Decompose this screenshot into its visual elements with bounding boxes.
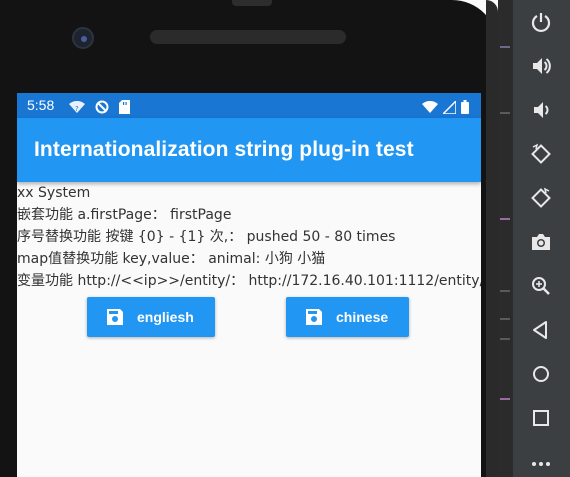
signal-icon [441, 99, 457, 118]
nested-function-text: 嵌套功能 a.firstPage： firstPage [17, 207, 232, 223]
variable-function-text: 变量功能 http://<<ip>>/entity/： http://172.1… [17, 273, 481, 289]
volume-up-button[interactable] [527, 52, 555, 80]
rotate-right-icon [531, 187, 551, 208]
overview-button[interactable] [527, 404, 555, 432]
phone-edge [486, 0, 498, 477]
battery-icon [461, 99, 469, 118]
rotate-left-button[interactable] [527, 140, 555, 168]
more-button[interactable] [527, 448, 555, 476]
back-button[interactable] [527, 316, 555, 344]
rotate-right-button[interactable] [527, 184, 555, 212]
phone-top-button [232, 0, 272, 6]
index-replace-text: 序号替换功能 按键 {0} - {1} 次,： pushed 50 - 80 t… [17, 229, 396, 245]
save-icon [306, 309, 322, 325]
back-icon [533, 321, 547, 339]
zoom-icon [532, 277, 550, 295]
zoom-button[interactable] [527, 272, 555, 300]
power-icon [531, 13, 551, 33]
overview-icon [533, 410, 549, 426]
more-icon [532, 462, 550, 466]
volume-down-icon [534, 102, 549, 118]
emulator-toolbar [513, 0, 570, 477]
wifi-question-icon: ? [69, 99, 85, 118]
app-title: Internationalization string plug-in test [34, 138, 414, 161]
wifi-icon [422, 99, 438, 118]
english-button[interactable]: engliesh [87, 297, 215, 337]
device-screen: 5:58 ? Internationalization string plug-… [17, 93, 481, 477]
save-icon [107, 309, 123, 325]
app-bar: Internationalization string plug-in test [17, 118, 481, 182]
data-saver-icon [95, 99, 109, 118]
phone-frame: 5:58 ? Internationalization string plug-… [0, 0, 498, 477]
content-area: xx System 嵌套功能 a.firstPage： firstPage 序号… [17, 182, 481, 292]
volume-down-button[interactable] [527, 96, 555, 124]
chinese-button-label: chinese [336, 309, 389, 325]
power-button[interactable] [527, 8, 555, 36]
chinese-button[interactable]: chinese [286, 297, 409, 337]
english-button-label: engliesh [137, 309, 194, 325]
earpiece-speaker [150, 30, 346, 44]
ide-background-strip [498, 0, 513, 477]
volume-up-icon [533, 58, 551, 74]
home-button[interactable] [527, 360, 555, 388]
screenshot-button[interactable] [527, 228, 555, 256]
svg-text:?: ? [75, 105, 79, 113]
sd-card-icon [119, 99, 130, 118]
map-replace-text: map值替换功能 key,value： animal: 小狗 小猫 [17, 251, 326, 267]
status-bar: 5:58 ? [17, 93, 481, 118]
status-time: 5:58 [27, 97, 55, 113]
home-icon [533, 366, 549, 382]
camera-icon [532, 234, 550, 250]
system-name-text: xx System [17, 185, 91, 201]
rotate-left-icon [531, 143, 551, 164]
front-camera [72, 27, 94, 49]
